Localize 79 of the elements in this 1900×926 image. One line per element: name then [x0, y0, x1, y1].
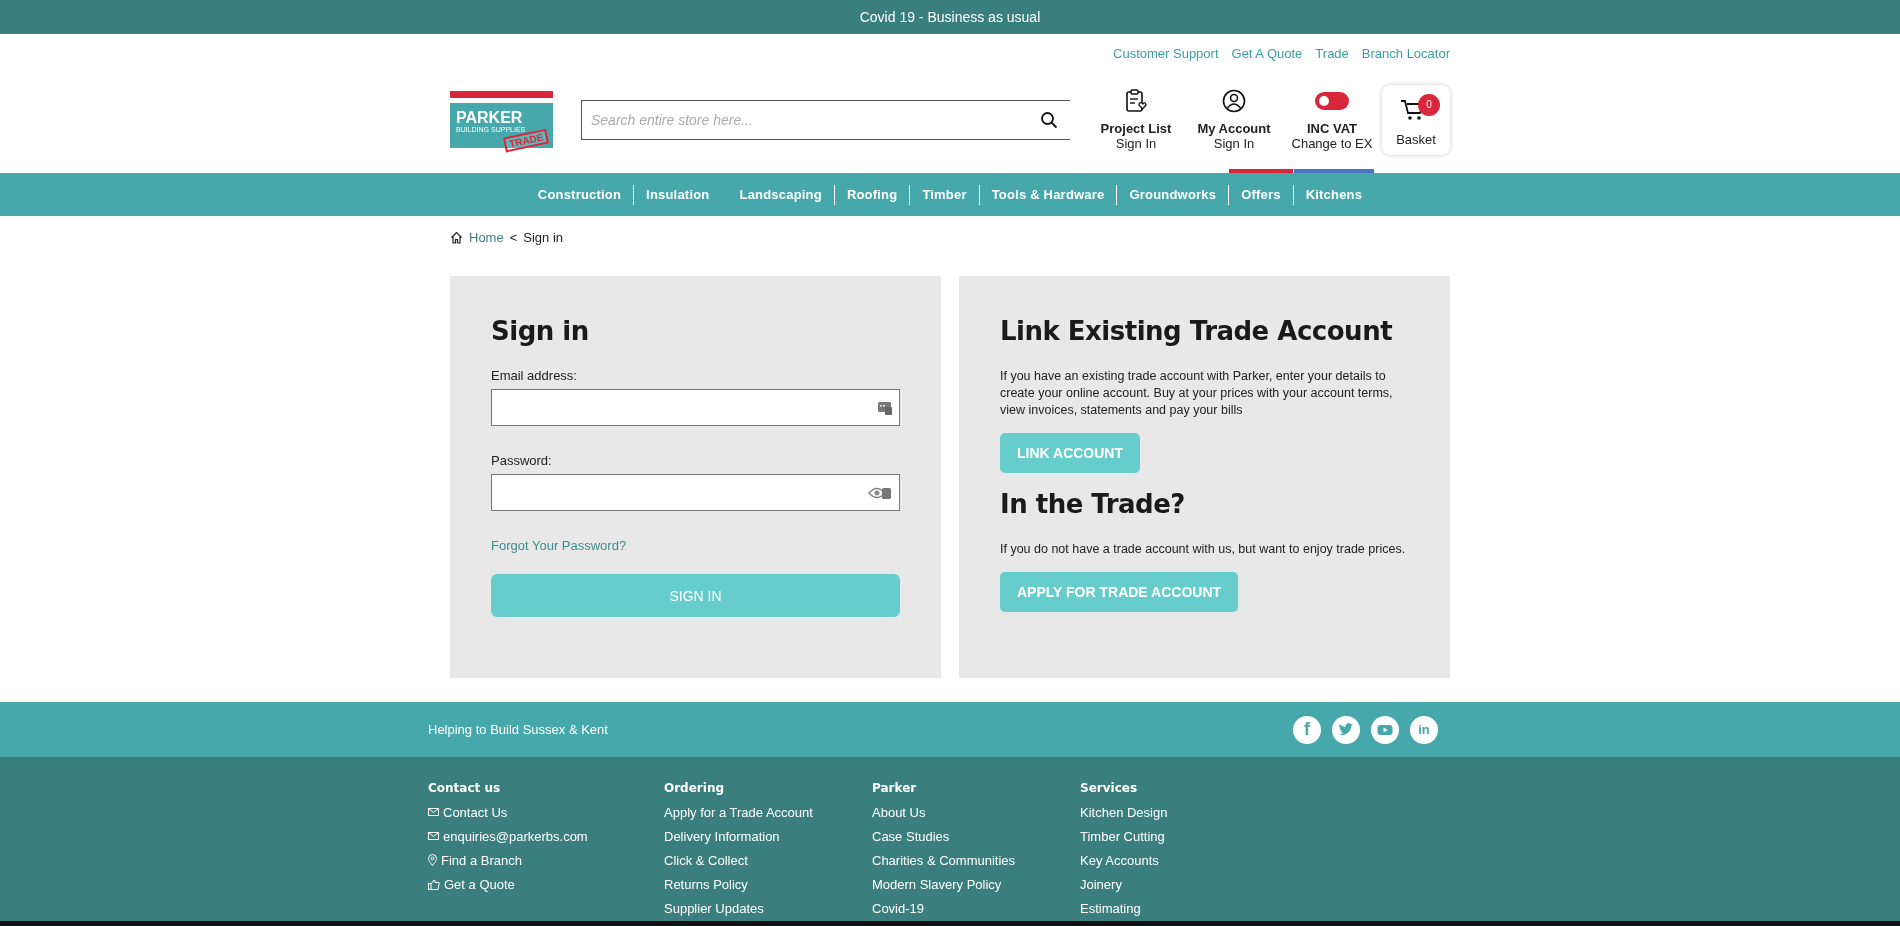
- footer-link[interactable]: Supplier Updates: [664, 900, 764, 916]
- eye-icon[interactable]: [868, 486, 892, 500]
- top-link[interactable]: Branch Locator: [1361, 46, 1450, 70]
- footer-heading: Services: [1080, 781, 1139, 795]
- basket-button[interactable]: 0 Basket: [1382, 84, 1450, 155]
- youtube-icon[interactable]: [1371, 715, 1399, 744]
- action-title: Project List: [1100, 120, 1172, 136]
- thumbs-up-icon: [428, 878, 440, 890]
- top-link[interactable]: Trade: [1315, 46, 1349, 70]
- footer-link[interactable]: Timber Cutting: [1080, 828, 1165, 844]
- action-subtitle: Sign In: [1213, 135, 1255, 151]
- twitter-icon[interactable]: [1332, 715, 1360, 744]
- nav-item[interactable]: Kitchens: [1293, 173, 1375, 216]
- footer-heading: Contact us: [428, 781, 502, 795]
- top-link[interactable]: Customer Support: [1113, 46, 1219, 70]
- footer-link[interactable]: Contact Us: [443, 804, 508, 820]
- search-icon[interactable]: [1040, 110, 1058, 129]
- footer-link[interactable]: Modern Slavery Policy: [872, 876, 1002, 892]
- mail-icon: [428, 832, 439, 840]
- footer-link[interactable]: Charities & Communities: [872, 852, 1016, 868]
- footer-link[interactable]: Covid-19: [872, 900, 925, 916]
- header-action[interactable]: INC VAT Change to EX: [1284, 88, 1380, 151]
- footer-link[interactable]: Estimating: [1080, 900, 1141, 916]
- breadcrumb-separator: <: [509, 229, 518, 245]
- breadcrumb-current: Sign in: [523, 229, 564, 245]
- input-field[interactable]: [491, 474, 900, 511]
- top-link[interactable]: Get A Quote: [1231, 46, 1303, 70]
- footer-link[interactable]: Key Accounts: [1080, 852, 1159, 868]
- nav-item[interactable]: Roofing: [834, 173, 910, 216]
- footer-tagline: Helping to Build Sussex & Kent: [428, 722, 608, 737]
- panel-heading: Sign in: [491, 316, 589, 346]
- panel-heading: Link Existing Trade Account: [1000, 316, 1393, 346]
- panel-text: If you do not have a trade account with us, but want to enjoy trade prices.: [1000, 541, 1406, 558]
- facebook-icon[interactable]: f: [1293, 715, 1321, 744]
- nav-item[interactable]: Construction: [525, 173, 634, 216]
- nav-item[interactable]: Groundworks: [1117, 173, 1229, 216]
- nav-item[interactable]: Insulation: [634, 173, 722, 216]
- footer-link[interactable]: Kitchen Design: [1080, 804, 1168, 820]
- footer-link[interactable]: Joinery: [1080, 876, 1122, 892]
- vat-toggle[interactable]: [1315, 91, 1349, 110]
- input-field[interactable]: [491, 389, 900, 426]
- user-icon: [1222, 88, 1246, 113]
- search-field[interactable]: Search entire store here...: [581, 99, 1070, 140]
- footer-heading: Parker: [872, 781, 918, 795]
- footer-link[interactable]: Click & Collect: [664, 852, 748, 868]
- panel-text: If you have an existing trade account with Parker, enter your details to create your online account. Buy at your prices with your account terms, view invoices, statements and pay your bills: [1000, 368, 1394, 419]
- keypad-icon[interactable]: [878, 401, 892, 415]
- forgot-password-link[interactable]: Forgot Your Password?: [491, 538, 627, 553]
- footer-link[interactable]: Case Studies: [872, 828, 950, 844]
- home-icon: [450, 230, 463, 244]
- action-title: INC VAT: [1306, 120, 1358, 136]
- header-action[interactable]: Project List Sign In: [1088, 88, 1184, 151]
- footer-link[interactable]: Find a Branch: [441, 852, 522, 868]
- breadcrumb-link[interactable]: Home: [469, 229, 504, 245]
- nav-item[interactable]: Timber: [910, 173, 979, 216]
- footer-heading: Ordering: [664, 781, 725, 795]
- action-title: My Account: [1197, 120, 1271, 136]
- footer-link[interactable]: Returns Policy: [664, 876, 748, 892]
- location-pin-icon: [428, 854, 437, 866]
- basket-count-badge: 0: [1418, 93, 1440, 116]
- footer-link[interactable]: About Us: [872, 804, 926, 820]
- field-label: Password:: [491, 453, 552, 468]
- footer-link[interactable]: Get a Quote: [444, 876, 515, 892]
- field-label: Email address:: [491, 368, 577, 383]
- linkedin-icon[interactable]: in: [1410, 715, 1438, 744]
- nav-item[interactable]: Tools & Hardware: [979, 173, 1117, 216]
- announcement-text: Covid 19 - Business as usual: [859, 9, 1041, 25]
- mail-icon: [428, 808, 439, 816]
- footer-link[interactable]: Apply for a Trade Account: [664, 804, 813, 820]
- action-subtitle: Change to EX: [1291, 135, 1373, 151]
- nav-item[interactable]: Offers: [1229, 173, 1293, 216]
- panel-heading: In the Trade?: [1000, 489, 1185, 519]
- action-subtitle: Sign In: [1115, 135, 1157, 151]
- clipboard-icon: [1125, 88, 1147, 113]
- header-action[interactable]: My Account Sign In: [1186, 88, 1282, 151]
- footer-link[interactable]: Delivery Information: [664, 828, 780, 844]
- footer-link[interactable]: enquiries@parkerbs.com: [443, 828, 588, 844]
- logo-name: PARKER: [456, 110, 523, 126]
- nav-item[interactable]: Landscaping: [727, 173, 834, 216]
